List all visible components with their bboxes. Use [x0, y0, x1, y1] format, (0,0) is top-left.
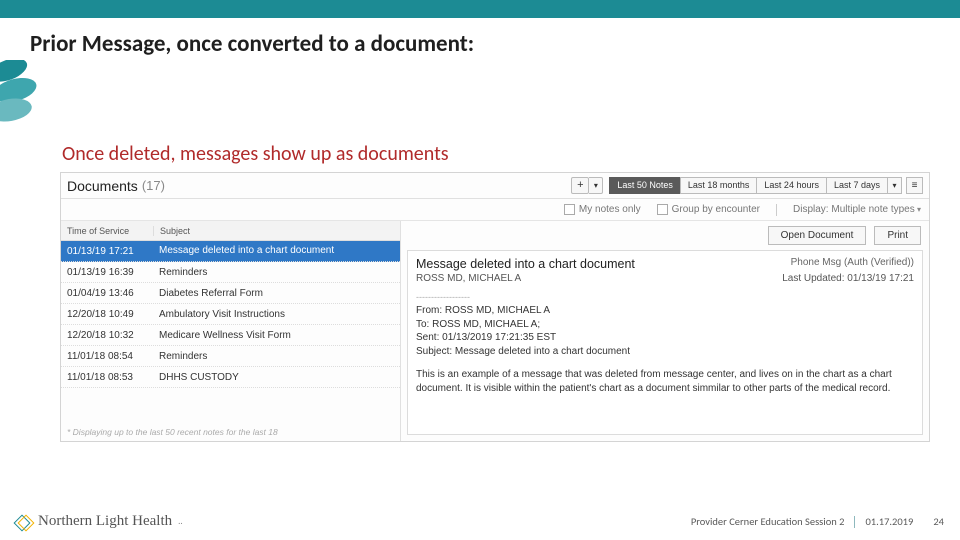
slide-footer: Northern Light Health .. Provider Cerner…: [0, 513, 960, 530]
open-document-button[interactable]: Open Document: [768, 226, 867, 245]
documents-count: (17): [142, 178, 165, 193]
preview-title: Message deleted into a chart document: [416, 257, 635, 271]
preview-subject: Subject: Message deleted into a chart do…: [416, 345, 914, 359]
brand-name: Northern Light Health: [38, 513, 172, 530]
col-subject: Subject: [153, 226, 400, 236]
group-by-label: Group by encounter: [672, 204, 760, 215]
my-notes-label: My notes only: [579, 204, 641, 215]
preview-body: This is an example of a message that was…: [416, 368, 914, 395]
table-row[interactable]: 01/04/19 13:46 Diabetes Referral Form: [61, 283, 400, 304]
segment-last-7-days[interactable]: Last 7 days: [826, 177, 888, 194]
top-band: [0, 0, 960, 18]
brand-suffix: ..: [178, 516, 183, 527]
brand-logo-icon: [16, 514, 32, 530]
settings-icon[interactable]: ≡: [906, 177, 923, 194]
document-preview: Message deleted into a chart document Ph…: [407, 250, 923, 435]
preview-from: From: ROSS MD, MICHAEL A: [416, 304, 914, 318]
table-row[interactable]: 11/01/18 08:54 Reminders: [61, 346, 400, 367]
footer-separator: [854, 516, 855, 528]
footer-session: Provider Cerner Education Session 2: [691, 515, 845, 528]
slide-subtitle: Once deleted, messages show up as docume…: [62, 142, 449, 166]
documents-header: Documents (17) + ▾ Last 50 Notes Last 18…: [61, 173, 929, 199]
table-row[interactable]: 12/20/18 10:32 Medicare Wellness Visit F…: [61, 325, 400, 346]
footer-page: 24: [933, 515, 944, 528]
add-button[interactable]: +: [571, 177, 589, 194]
table-row[interactable]: 11/01/18 08:53 DHHS CUSTODY: [61, 367, 400, 388]
table-row[interactable]: 01/13/19 17:21 Message deleted into a ch…: [61, 241, 400, 262]
document-list: Time of Service Subject 01/13/19 17:21 M…: [61, 221, 401, 441]
my-notes-checkbox[interactable]: My notes only: [564, 204, 641, 215]
display-dropdown[interactable]: Display: Multiple note types: [793, 204, 921, 215]
filter-separator: [776, 204, 777, 216]
footer-date: 01.17.2019: [865, 515, 913, 528]
preview-author: ROSS MD, MICHAEL A: [416, 273, 521, 284]
list-disclaimer: * Displaying up to the last 50 recent no…: [61, 423, 400, 441]
add-dropdown-icon[interactable]: ▾: [589, 177, 603, 194]
col-time: Time of Service: [61, 226, 153, 236]
documents-panel: Documents (17) + ▾ Last 50 Notes Last 18…: [60, 172, 930, 442]
preview-actions: Open Document Print: [401, 221, 929, 250]
documents-label: Documents: [67, 178, 138, 194]
preview-sent: Sent: 01/13/2019 17:21:35 EST: [416, 331, 914, 345]
preview-to: To: ROSS MD, MICHAEL A;: [416, 318, 914, 332]
segment-last-50-notes[interactable]: Last 50 Notes: [609, 177, 680, 194]
preview-pane: Open Document Print Message deleted into…: [401, 221, 929, 441]
slide-title: Prior Message, once converted to a docum…: [30, 30, 474, 58]
time-filter-segments: Last 50 Notes Last 18 months Last 24 hou…: [609, 177, 888, 194]
print-button[interactable]: Print: [874, 226, 921, 245]
filter-row: My notes only Group by encounter Display…: [61, 199, 929, 221]
preview-last-updated: Last Updated: 01/13/19 17:21: [782, 273, 914, 284]
segment-last-24-hours[interactable]: Last 24 hours: [756, 177, 826, 194]
decorative-petals: [0, 60, 55, 130]
preview-type: Phone Msg (Auth (Verified)): [791, 257, 914, 271]
table-row[interactable]: 01/13/19 16:39 Reminders: [61, 262, 400, 283]
preview-separator: ------------------: [416, 292, 914, 302]
table-row[interactable]: 12/20/18 10:49 Ambulatory Visit Instruct…: [61, 304, 400, 325]
column-headers: Time of Service Subject: [61, 221, 400, 241]
brand: Northern Light Health ..: [16, 513, 183, 530]
segment-last-18-months[interactable]: Last 18 months: [680, 177, 757, 194]
group-by-checkbox[interactable]: Group by encounter: [657, 204, 760, 215]
segment-more-icon[interactable]: ▾: [888, 177, 902, 194]
